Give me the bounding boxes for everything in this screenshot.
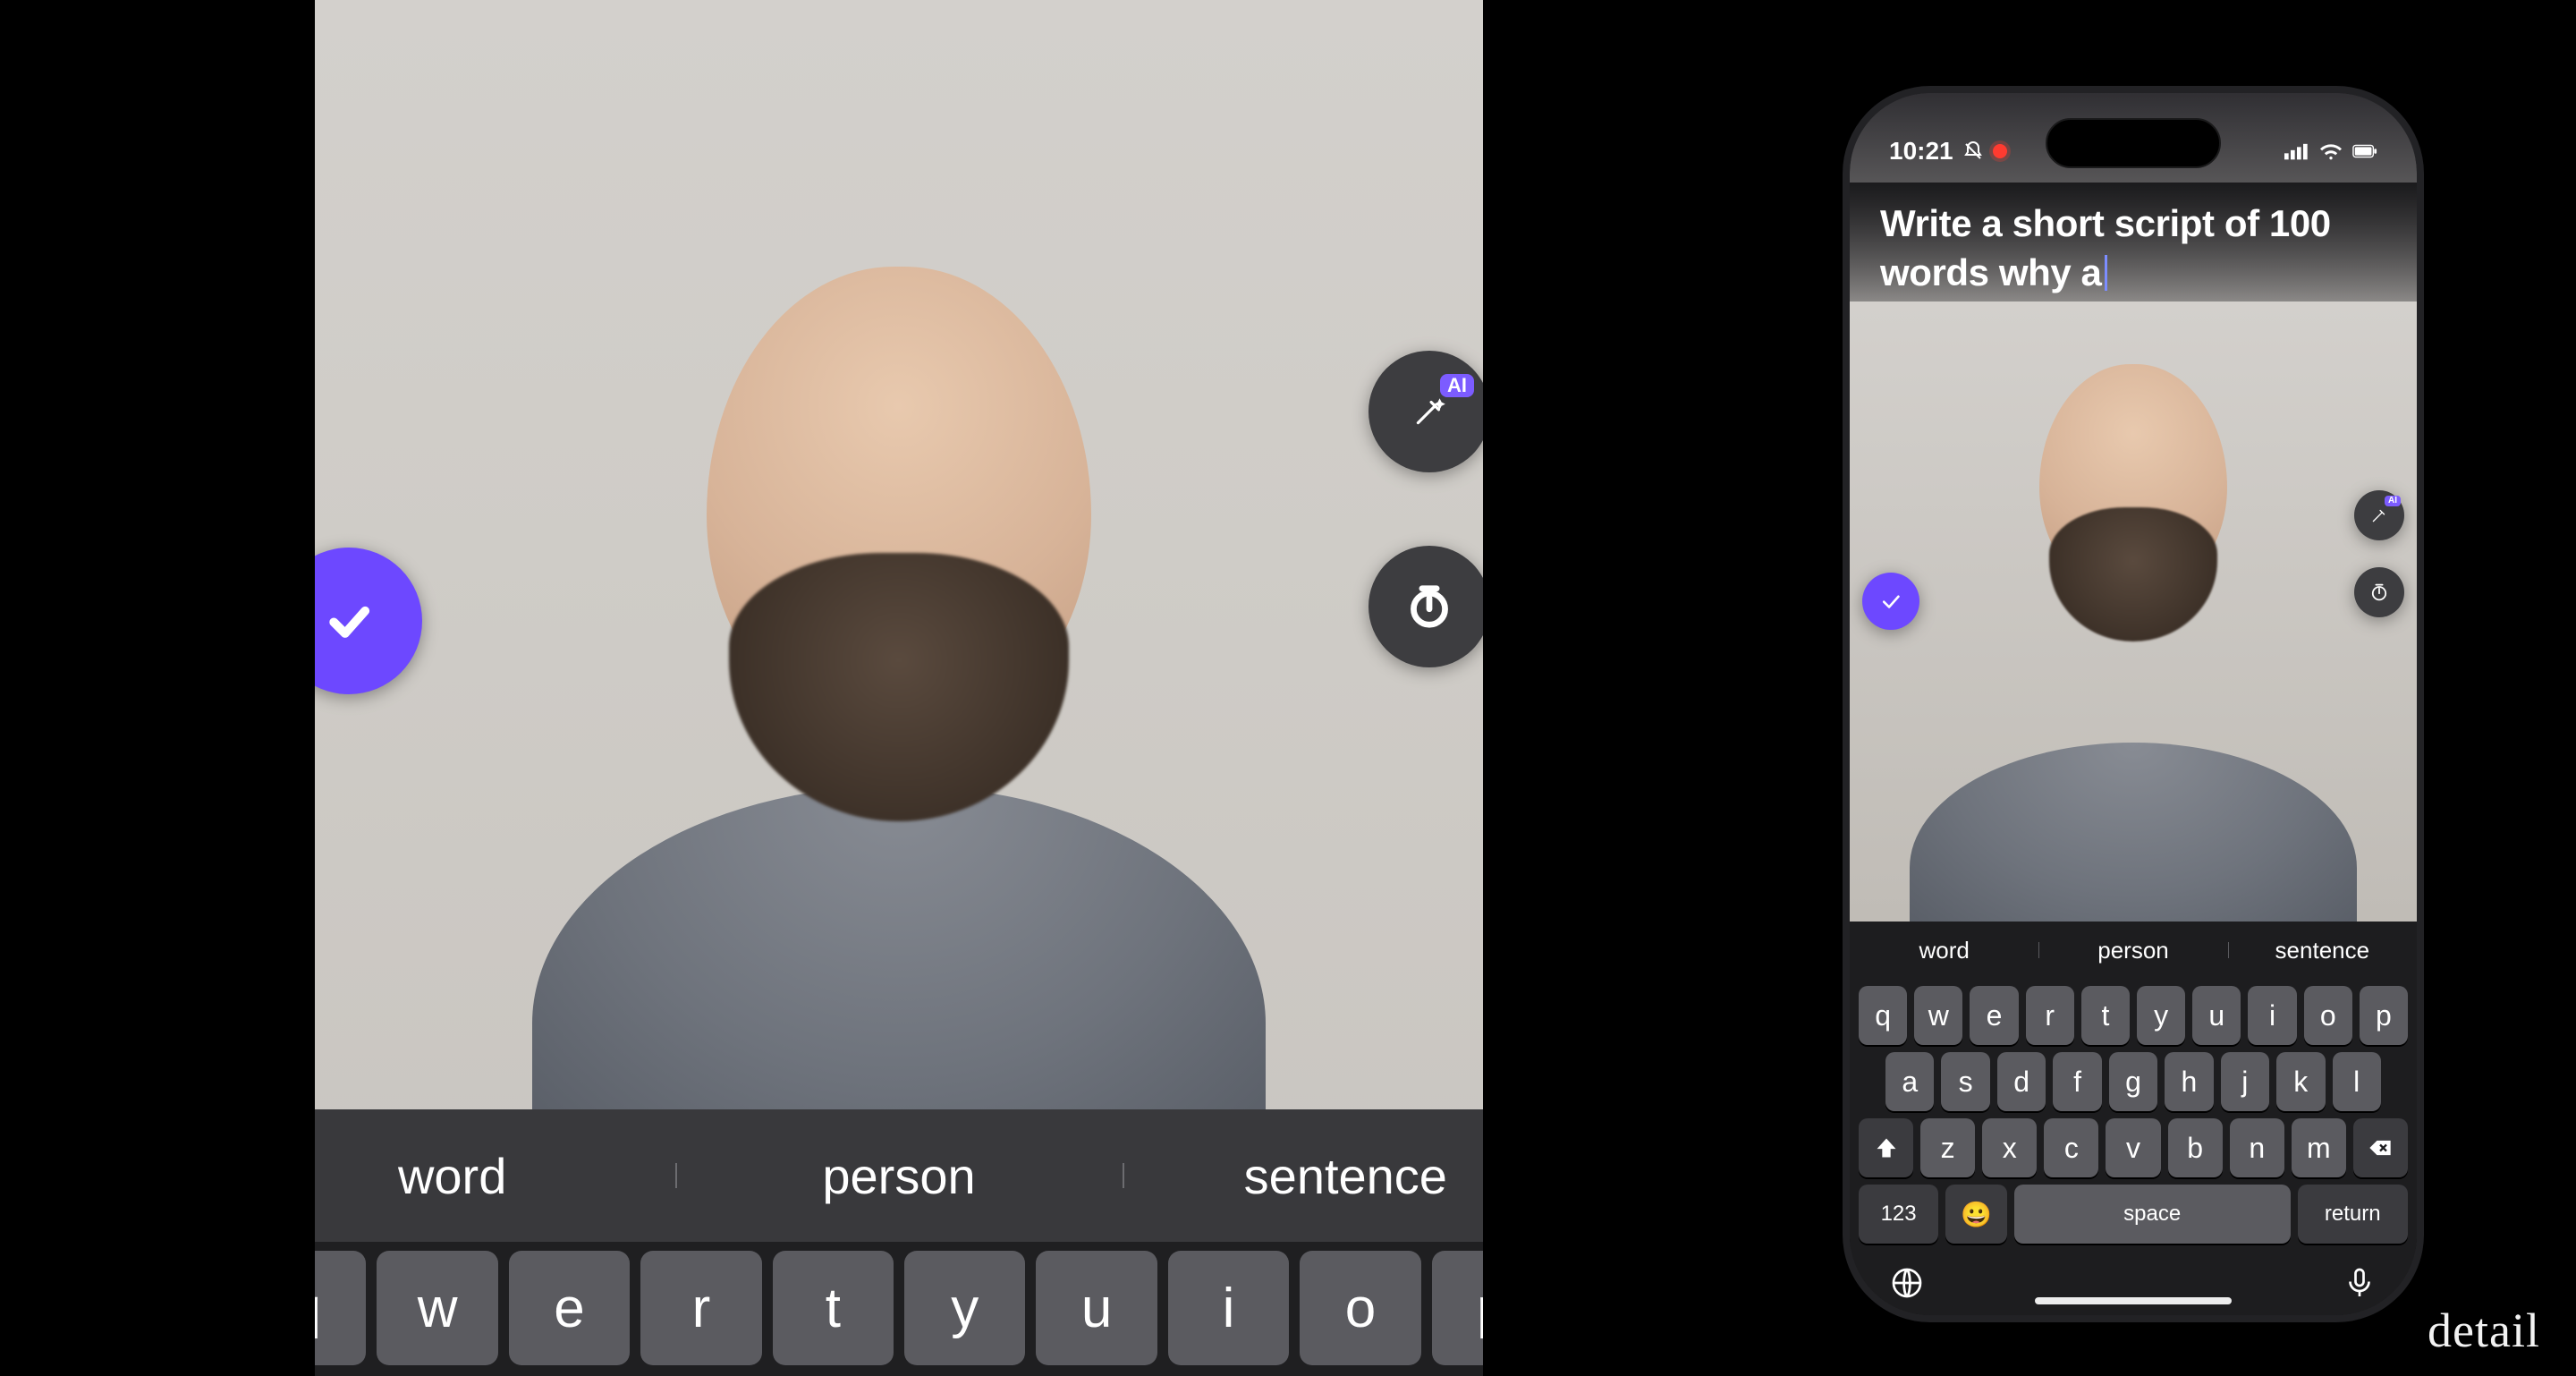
cellular-signal-icon xyxy=(2284,141,2309,161)
globe-icon[interactable] xyxy=(1891,1267,1923,1299)
suggestion-item[interactable]: person xyxy=(2038,937,2227,964)
key[interactable]: i xyxy=(1168,1251,1289,1365)
key[interactable]: e xyxy=(509,1251,630,1365)
key[interactable]: w xyxy=(377,1251,497,1365)
key[interactable]: k xyxy=(2276,1052,2325,1111)
brand-watermark: detail xyxy=(2428,1303,2540,1358)
person-silhouette xyxy=(532,177,1266,1125)
key[interactable]: e xyxy=(1970,986,2018,1045)
zoomed-app-view: AI word person sentence q w e r t y u i … xyxy=(315,0,1483,1376)
key[interactable]: l xyxy=(2333,1052,2381,1111)
magic-wand-icon xyxy=(1411,393,1448,430)
key[interactable]: u xyxy=(1036,1251,1157,1365)
check-icon xyxy=(324,596,374,646)
text-cursor xyxy=(2105,255,2107,291)
recording-indicator-icon xyxy=(1993,144,2007,158)
key[interactable]: p xyxy=(1432,1251,1483,1365)
key[interactable]: w xyxy=(1914,986,1962,1045)
return-key[interactable]: return xyxy=(2298,1185,2408,1244)
dictation-mic-icon[interactable] xyxy=(2343,1267,2376,1299)
status-time: 10:21 xyxy=(1889,137,1953,166)
battery-icon xyxy=(2352,141,2377,161)
suggestion-item[interactable]: word xyxy=(315,1147,675,1205)
key[interactable]: c xyxy=(2044,1118,2098,1177)
timer-icon xyxy=(1405,582,1453,631)
timer-button[interactable] xyxy=(1368,546,1483,667)
suggestion-bar: word person sentence xyxy=(315,1109,1483,1242)
key[interactable]: s xyxy=(1941,1052,1989,1111)
ai-wand-button[interactable]: AI xyxy=(1368,351,1483,472)
timer-icon xyxy=(2368,582,2390,603)
suggestion-bar: word person sentence xyxy=(1850,922,2417,979)
ai-wand-button[interactable]: AI xyxy=(2354,490,2404,540)
key[interactable]: t xyxy=(773,1251,894,1365)
key[interactable]: o xyxy=(1300,1251,1420,1365)
suggestion-item[interactable]: person xyxy=(675,1147,1122,1205)
shift-icon xyxy=(1874,1135,1899,1160)
key[interactable]: q xyxy=(315,1251,366,1365)
key[interactable]: r xyxy=(2026,986,2074,1045)
timer-button[interactable] xyxy=(2354,567,2404,617)
numeric-key[interactable]: 123 xyxy=(1859,1185,1938,1244)
key[interactable]: a xyxy=(1885,1052,1934,1111)
key[interactable]: r xyxy=(640,1251,761,1365)
check-icon xyxy=(1879,590,1902,613)
iphone-mockup: 10:21 Write a short script of 100 words … xyxy=(1843,86,2424,1322)
dynamic-island xyxy=(2046,118,2221,168)
key[interactable]: f xyxy=(2053,1052,2101,1111)
key[interactable]: q xyxy=(1859,986,1907,1045)
key[interactable]: u xyxy=(2192,986,2241,1045)
key[interactable]: t xyxy=(2081,986,2130,1045)
key[interactable]: v xyxy=(2106,1118,2160,1177)
key[interactable]: p xyxy=(2360,986,2408,1045)
key[interactable]: n xyxy=(2230,1118,2284,1177)
key[interactable]: y xyxy=(904,1251,1025,1365)
key[interactable]: g xyxy=(2109,1052,2157,1111)
magic-wand-icon xyxy=(2369,505,2389,525)
phone-screen: Write a short script of 100 words why a … xyxy=(1850,93,2417,1315)
suggestion-item[interactable]: sentence xyxy=(2228,937,2417,964)
silent-mode-icon xyxy=(1962,140,1984,162)
home-indicator[interactable] xyxy=(2035,1297,2232,1304)
suggestion-item[interactable]: sentence xyxy=(1123,1147,1483,1205)
ios-keyboard: word person sentence q w e r t y u i o p… xyxy=(1850,922,2417,1315)
backspace-key[interactable] xyxy=(2353,1118,2408,1177)
script-prompt-text[interactable]: Write a short script of 100 words why a xyxy=(1850,183,2417,302)
confirm-button[interactable] xyxy=(1862,573,1919,630)
key[interactable]: b xyxy=(2168,1118,2223,1177)
key[interactable]: j xyxy=(2221,1052,2269,1111)
key[interactable]: m xyxy=(2292,1118,2346,1177)
emoji-key[interactable]: 😀 xyxy=(1945,1185,2007,1244)
wifi-icon xyxy=(2318,141,2343,161)
keyboard-area: word person sentence q w e r t y u i o p xyxy=(315,1109,1483,1376)
key[interactable]: z xyxy=(1920,1118,1975,1177)
key[interactable]: h xyxy=(2165,1052,2213,1111)
key[interactable]: y xyxy=(2137,986,2185,1045)
backspace-icon xyxy=(2368,1135,2393,1160)
suggestion-item[interactable]: word xyxy=(1850,937,2038,964)
ai-badge: AI xyxy=(2385,496,2401,506)
ai-badge: AI xyxy=(1440,374,1474,397)
camera-preview xyxy=(1850,302,2417,922)
key[interactable]: i xyxy=(2248,986,2296,1045)
space-key[interactable]: space xyxy=(2014,1185,2291,1244)
key[interactable]: o xyxy=(2304,986,2352,1045)
keyboard-row: q w e r t y u i o p xyxy=(315,1242,1483,1376)
shift-key[interactable] xyxy=(1859,1118,1913,1177)
key[interactable]: d xyxy=(1997,1052,2046,1111)
key[interactable]: x xyxy=(1982,1118,2037,1177)
